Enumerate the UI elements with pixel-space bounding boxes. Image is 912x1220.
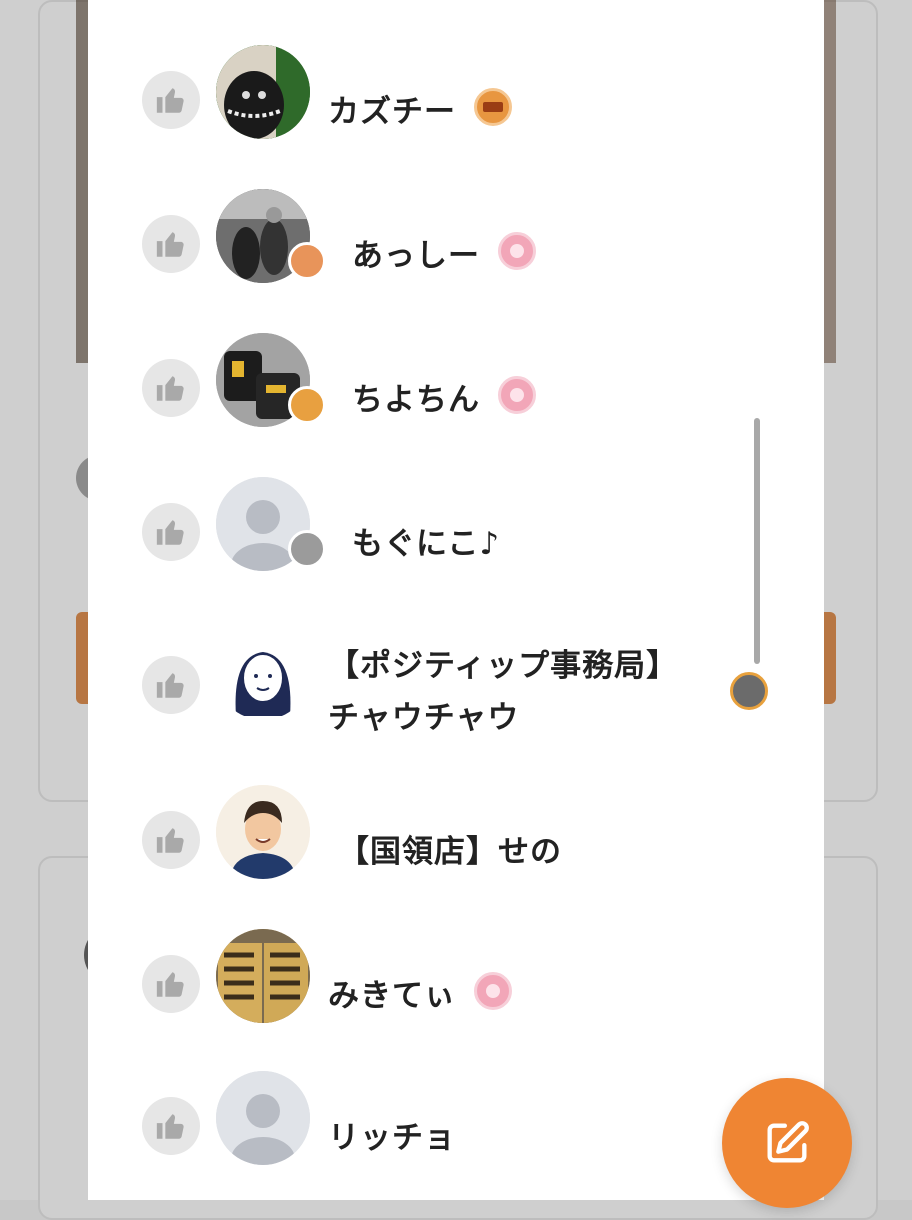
- liker-row[interactable]: 【ポジティップ事務局】 チャウチャウ: [88, 604, 824, 764]
- liker-name[interactable]: 【国領店】せの: [338, 826, 562, 871]
- edit-icon: [767, 1121, 809, 1163]
- elite-rank-badge: [288, 530, 326, 568]
- default-user-avatar: [216, 1071, 310, 1165]
- thumbs-up-icon: [142, 1097, 200, 1155]
- compose-button[interactable]: [722, 1078, 852, 1208]
- thumbs-up-icon: [142, 955, 200, 1013]
- liker-row[interactable]: ちよちん: [88, 316, 824, 456]
- scrollbar[interactable]: [754, 418, 760, 664]
- liker-row[interactable]: もぐにこ♪: [88, 460, 824, 600]
- shinkansen-photo-avatar: [216, 929, 310, 1023]
- thumbs-up-icon: [142, 656, 200, 714]
- thumbs-up-icon: [142, 359, 200, 417]
- pink-flower-badge: [498, 376, 536, 414]
- likers-list-sheet[interactable]: カズチー あっしー ちよちん もぐにこ♪ 【ポジティップ事務局】 チャウチャウ …: [88, 0, 824, 1200]
- illustration-woman-avatar: [216, 626, 310, 720]
- liker-name-line1: 【ポジティップ事務局】: [328, 648, 679, 684]
- super-rank-badge: [288, 242, 326, 280]
- liker-name[interactable]: 【ポジティップ事務局】 チャウチャウ: [328, 640, 678, 744]
- liker-name[interactable]: もぐにこ♪: [352, 518, 500, 563]
- thumbs-up-icon: [142, 71, 200, 129]
- thumbs-up-icon: [142, 215, 200, 273]
- liker-row[interactable]: みきてぃ: [88, 912, 824, 1052]
- liker-row[interactable]: 【国領店】せの: [88, 768, 824, 908]
- liker-row[interactable]: カズチー: [88, 28, 824, 168]
- liker-name[interactable]: カズチー: [328, 86, 456, 131]
- thanks-festival-badge: [474, 88, 512, 126]
- tipness-staff-badge: [730, 672, 768, 710]
- thumbs-up-icon: [142, 503, 200, 561]
- liker-name-line2: チャウチャウ: [328, 700, 520, 736]
- liker-row[interactable]: あっしー: [88, 172, 824, 312]
- master-rank-badge: [288, 386, 326, 424]
- pink-flower-badge: [498, 232, 536, 270]
- liker-name[interactable]: あっしー: [352, 230, 480, 275]
- liker-row[interactable]: リッチョ: [88, 1056, 824, 1196]
- liker-name[interactable]: リッチョ: [328, 1112, 456, 1157]
- cat-photo-avatar: [216, 45, 310, 139]
- liker-name[interactable]: ちよちん: [352, 374, 480, 419]
- thumbs-up-icon: [142, 811, 200, 869]
- illustration-man-avatar: [216, 785, 310, 879]
- pink-flower-badge: [474, 972, 512, 1010]
- liker-name[interactable]: みきてぃ: [328, 970, 456, 1015]
